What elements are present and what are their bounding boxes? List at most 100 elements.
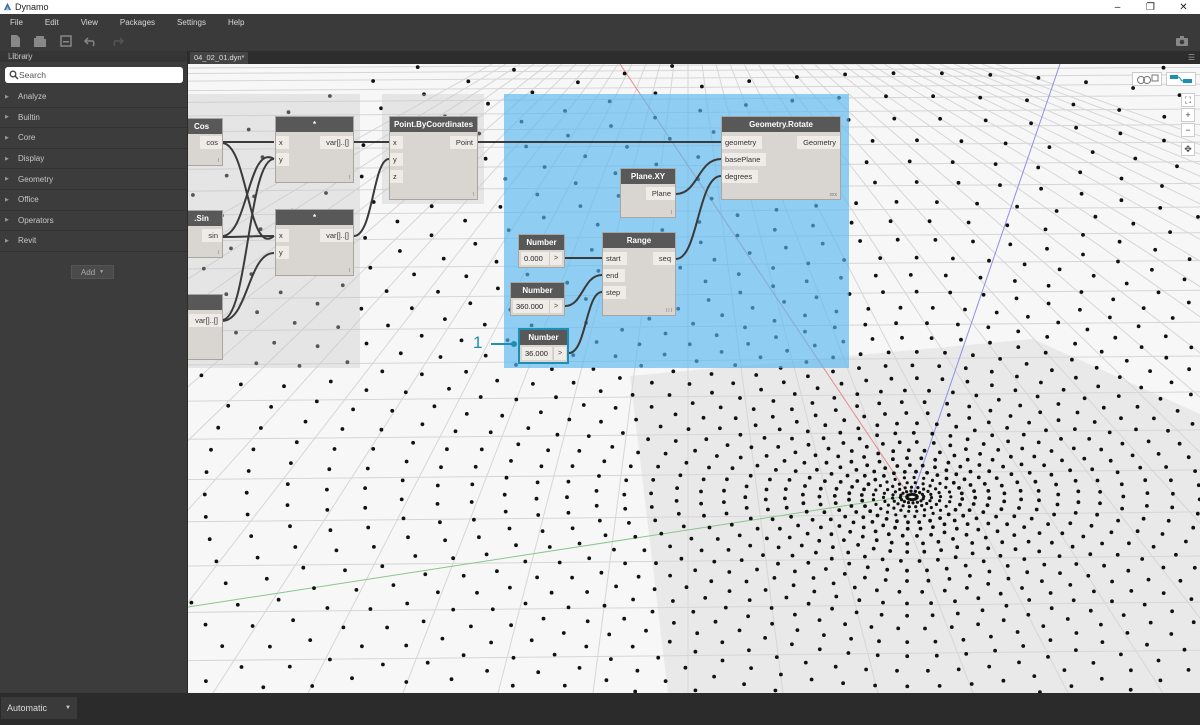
library-category-office[interactable]: ▶ Office	[0, 190, 187, 211]
input-port-y[interactable]: y	[390, 153, 403, 166]
close-button[interactable]: ✕	[1167, 0, 1200, 14]
workspace-tab-strip: 04_02_01.dyn* ☰	[188, 51, 1200, 64]
output-port-sin[interactable]: sin	[202, 229, 222, 242]
expand-arrow-icon: ▶	[5, 93, 9, 100]
node-title: *	[276, 117, 353, 132]
workspace-canvas[interactable]: Cos cos l .Sin sin l var[]..[] * x y var…	[188, 64, 1200, 693]
library-add-button[interactable]: Add ▼	[71, 265, 114, 279]
pan-button[interactable]: ✥	[1181, 142, 1195, 156]
library-search-box[interactable]	[5, 67, 183, 83]
number-output-arrow[interactable]: >	[553, 347, 566, 360]
zoom-out-button[interactable]: −	[1181, 123, 1195, 137]
node-range[interactable]: Range start end step seq l l l	[602, 232, 676, 316]
input-port-x[interactable]: x	[276, 229, 289, 242]
output-port-seq[interactable]: seq	[652, 252, 675, 265]
input-port-geometry[interactable]: geometry	[722, 136, 763, 149]
new-file-icon[interactable]	[8, 34, 22, 48]
node-title: Number	[519, 235, 564, 250]
input-port-y[interactable]: y	[276, 153, 289, 166]
expand-arrow-icon: ▶	[5, 237, 9, 244]
library-category-core[interactable]: ▶ Core	[0, 128, 187, 149]
library-category-list: ▶ Analyze ▶ Builtin ▶ Core ▶ Display ▶ Geomet…	[0, 87, 187, 252]
expand-arrow-icon: ▶	[5, 155, 9, 162]
zoom-fit-button[interactable]: ⛶	[1181, 93, 1195, 107]
node-multiply-1[interactable]: * x y var[]..[] l	[275, 116, 354, 183]
menu-file[interactable]: File	[10, 18, 23, 27]
redo-icon[interactable]	[110, 34, 124, 48]
node-title: Plane.XY	[621, 169, 675, 184]
search-icon	[9, 70, 19, 80]
library-category-analyze[interactable]: ▶ Analyze	[0, 87, 187, 108]
output-port-var[interactable]: var[]..[]	[320, 229, 353, 242]
library-category-builtin[interactable]: ▶ Builtin	[0, 108, 187, 129]
node-title: .Sin	[188, 211, 222, 226]
lacing-indicator: l	[670, 210, 672, 216]
menu-packages[interactable]: Packages	[120, 18, 155, 27]
node-title: Range	[603, 233, 675, 248]
node-number-start[interactable]: Number >	[518, 234, 565, 268]
menu-help[interactable]: Help	[228, 18, 244, 27]
number-input-end[interactable]	[513, 300, 549, 313]
lacing-indicator: xxx	[829, 192, 838, 198]
menu-settings[interactable]: Settings	[177, 18, 206, 27]
tab-04-02-01[interactable]: 04_02_01.dyn*	[190, 52, 248, 64]
output-port-cos[interactable]: cos	[200, 136, 222, 149]
input-port-baseplane[interactable]: basePlane	[722, 153, 767, 166]
tab-menu-icon[interactable]: ☰	[1188, 51, 1195, 64]
output-port-plane[interactable]: Plane	[645, 187, 675, 200]
run-mode-dropdown[interactable]: Automatic ▼	[1, 697, 77, 719]
node-geometry-rotate[interactable]: Geometry.Rotate geometry basePlane degre…	[721, 116, 841, 200]
input-port-degrees[interactable]: degrees	[722, 170, 759, 183]
input-port-z[interactable]: z	[390, 170, 403, 183]
dropdown-arrow-icon: ▼	[65, 705, 71, 711]
number-input-start[interactable]	[521, 252, 549, 265]
node-sin[interactable]: .Sin sin l	[188, 210, 223, 258]
library-category-operators[interactable]: ▶ Operators	[0, 211, 187, 232]
node-plane-xy[interactable]: Plane.XY Plane l	[620, 168, 676, 218]
lacing-indicator: l l l	[665, 308, 672, 314]
expand-arrow-icon: ▶	[5, 134, 9, 141]
node-number-step[interactable]: Number >	[518, 328, 569, 364]
save-icon[interactable]	[59, 34, 73, 48]
open-file-icon[interactable]	[33, 34, 47, 48]
output-port-point[interactable]: Point	[449, 136, 477, 149]
input-port-x[interactable]: x	[390, 136, 403, 149]
restore-button[interactable]: ❐	[1134, 0, 1167, 14]
input-port-y[interactable]: y	[276, 246, 289, 259]
zoom-in-button[interactable]: +	[1181, 108, 1195, 122]
input-port-end[interactable]: end	[603, 269, 625, 282]
node-title: Number	[520, 330, 567, 345]
input-port-start[interactable]: start	[603, 252, 627, 265]
lacing-indicator: l	[348, 268, 350, 274]
menu-view[interactable]: View	[81, 18, 98, 27]
minimize-button[interactable]: –	[1101, 0, 1134, 14]
camera-icon[interactable]	[1175, 34, 1189, 48]
undo-icon[interactable]	[84, 34, 98, 48]
library-header: Library |‖|◁|	[0, 51, 187, 62]
input-port-x[interactable]: x	[276, 136, 289, 149]
node-point-by-coordinates[interactable]: Point.ByCoordinates x y z Point l	[389, 116, 478, 200]
number-input-step[interactable]	[522, 347, 552, 360]
node-number-end[interactable]: Number >	[510, 282, 565, 316]
graph-view-toggle-icon[interactable]	[1166, 72, 1196, 86]
library-category-revit[interactable]: ▶ Revit	[0, 231, 187, 252]
expand-arrow-icon: ▶	[5, 114, 9, 121]
output-port-geometry[interactable]: Geometry	[797, 136, 840, 149]
input-port-step[interactable]: step	[603, 286, 627, 299]
menu-edit[interactable]: Edit	[45, 18, 59, 27]
node-cos[interactable]: Cos cos l	[188, 118, 223, 166]
node-title: Point.ByCoordinates	[390, 117, 477, 132]
output-port-partial[interactable]: var[]..[]	[189, 314, 222, 327]
library-category-geometry[interactable]: ▶ Geometry	[0, 169, 187, 190]
number-output-arrow[interactable]: >	[549, 300, 562, 313]
node-multiply-2[interactable]: * x y var[]..[] l	[275, 209, 354, 276]
library-search-input[interactable]	[19, 67, 179, 83]
number-output-arrow[interactable]: >	[549, 252, 562, 265]
node-title: Geometry.Rotate	[722, 117, 840, 132]
geometry-view-toggle-icon[interactable]	[1132, 72, 1162, 86]
output-port-var[interactable]: var[]..[]	[320, 136, 353, 149]
node-partial[interactable]: var[]..[]	[188, 294, 223, 360]
library-category-display[interactable]: ▶ Display	[0, 149, 187, 170]
expand-arrow-icon: ▶	[5, 196, 9, 203]
library-collapse-icon[interactable]: |‖|◁|	[8, 51, 181, 62]
